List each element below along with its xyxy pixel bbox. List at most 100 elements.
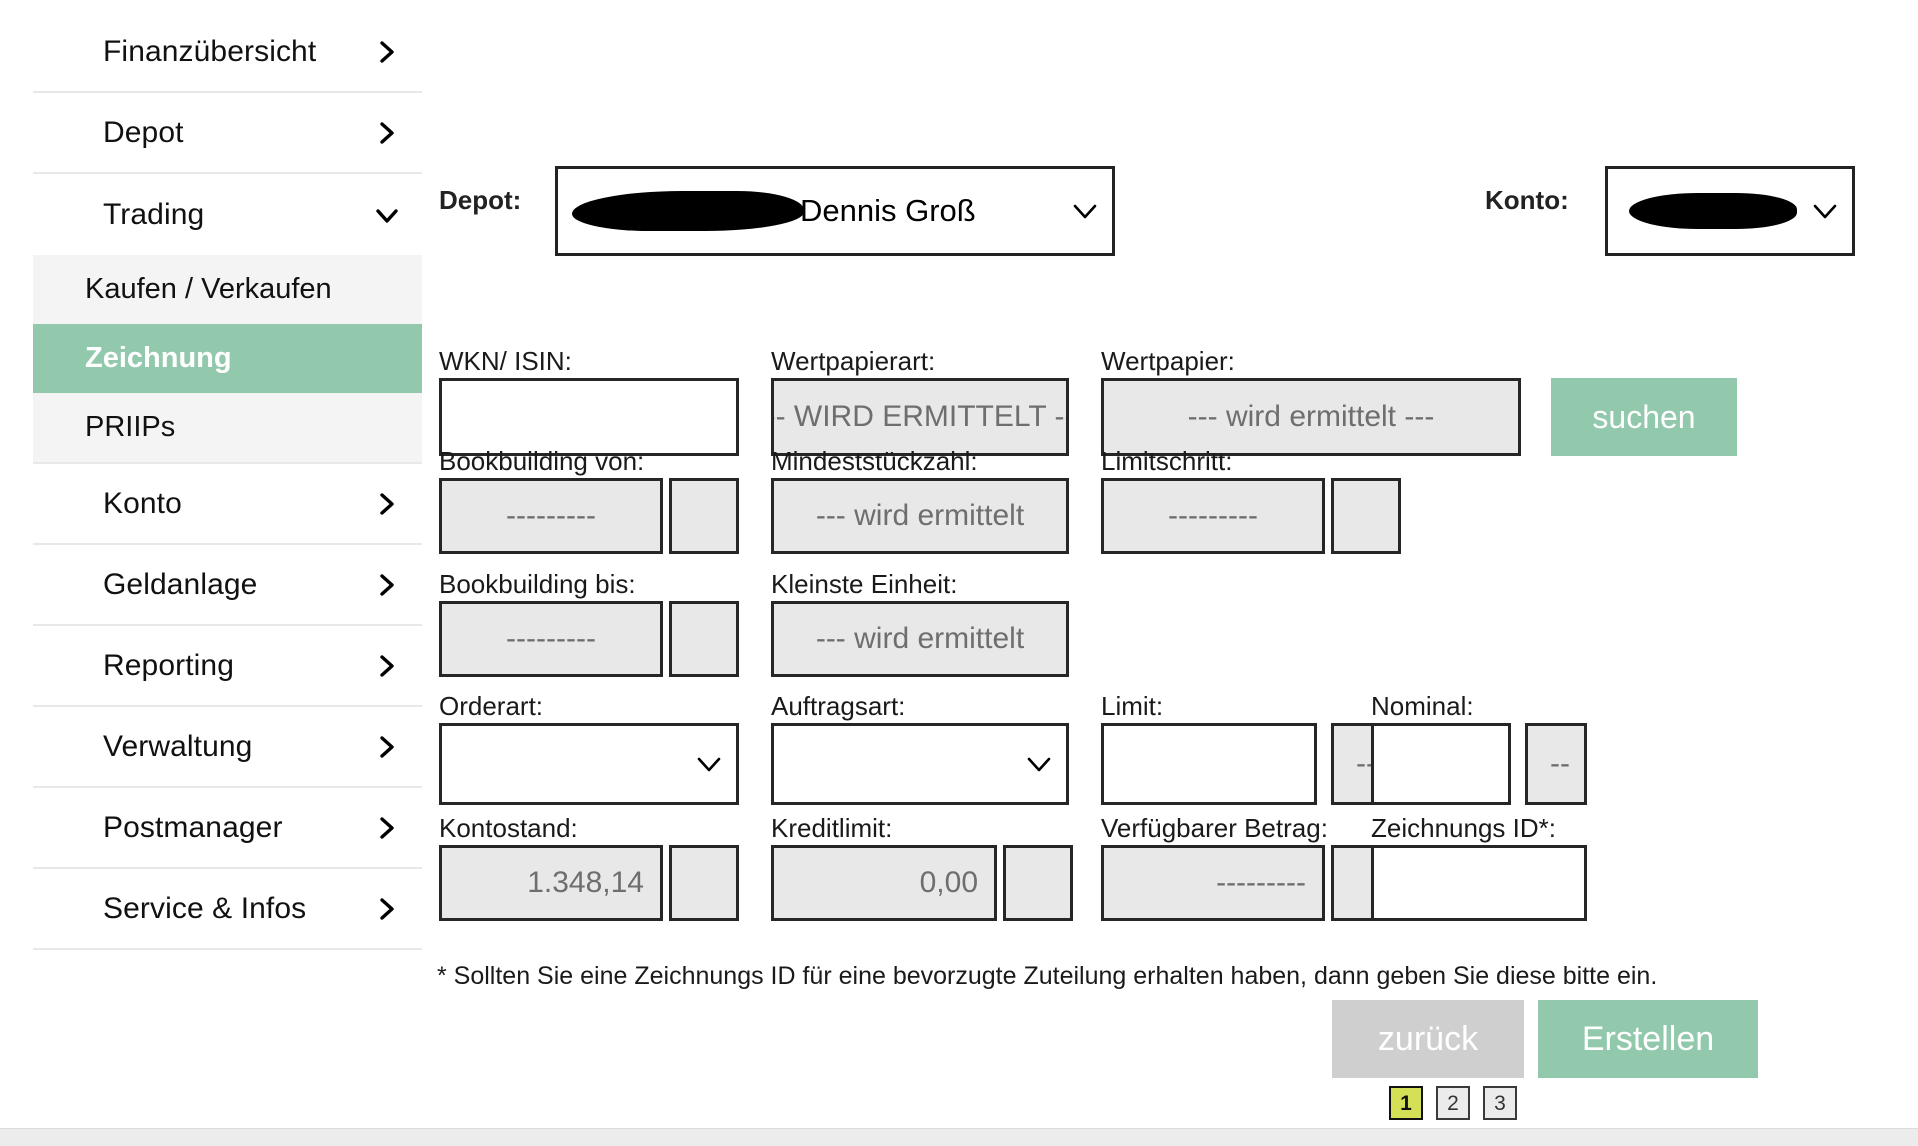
verfuegbarer-betrag-label: Verfügbarer Betrag: (1101, 813, 1328, 843)
wkn-isin-input[interactable] (439, 378, 739, 456)
wertpapier-value: --- wird ermittelt --- (1187, 400, 1435, 433)
bookbuilding-von-value: --------- (506, 499, 596, 532)
wkn-isin-label: WKN/ ISIN: (439, 346, 572, 376)
sidebar-item-label: Reporting (103, 648, 234, 682)
kontostand-label: Kontostand: (439, 813, 578, 843)
kontostand-value: 1.348,14 (527, 866, 644, 899)
wertpapier-label: Wertpapier: (1101, 346, 1235, 376)
orderart-select[interactable] (439, 723, 739, 805)
depot-label: Depot: (439, 185, 522, 215)
chevron-right-icon (376, 573, 398, 596)
pagination-page-1[interactable]: 1 (1389, 1086, 1423, 1120)
konto-select[interactable] (1605, 166, 1855, 256)
limitschritt-field: --------- (1101, 478, 1325, 554)
sidebar-item-label: Trading (103, 197, 205, 231)
bottom-edge-strip (0, 1128, 1918, 1146)
sidebar-subitem-kaufen-verkaufen[interactable]: Kaufen / Verkaufen (33, 255, 422, 324)
bookbuilding-von-label: Bookbuilding von: (439, 446, 645, 476)
konto-select-value (1622, 193, 1804, 229)
verfuegbarer-betrag-value: --------- (1216, 866, 1306, 899)
pagination: 1 2 3 (1389, 1086, 1517, 1120)
sidebar-item-label: Postmanager (103, 810, 283, 844)
limit-input[interactable] (1101, 723, 1317, 805)
sidebar-navigation: Finanzübersicht Depot Trading Kaufen / V… (0, 0, 455, 950)
depot-select[interactable]: Dennis Groß (555, 166, 1115, 256)
wertpapier-field: --- wird ermittelt --- (1101, 378, 1521, 456)
auftragsart-label: Auftragsart: (771, 691, 906, 721)
sidebar-item-trading[interactable]: Trading (33, 174, 422, 255)
bookbuilding-bis-label: Bookbuilding bis: (439, 569, 636, 599)
chevron-down-icon (376, 204, 398, 226)
sidebar-item-depot[interactable]: Depot (33, 93, 422, 174)
chevron-right-icon (376, 735, 398, 758)
nominal-suffix: -- (1525, 723, 1587, 805)
kreditlimit-value: 0,00 (919, 866, 978, 899)
wertpapierart-field: --- WIRD ERMITTELT --- (771, 378, 1069, 456)
mindeststueckzahl-label: Mindeststückzahl: (771, 446, 978, 476)
sidebar-item-postmanager[interactable]: Postmanager (33, 788, 422, 869)
konto-label: Konto: (1485, 185, 1569, 215)
kleinste-einheit-value: --- wird ermittelt (815, 622, 1025, 655)
chevron-right-icon (376, 654, 398, 677)
kleinste-einheit-field: --- wird ermittelt (771, 601, 1069, 677)
sidebar-item-finanzuebersicht[interactable]: Finanzübersicht (33, 12, 422, 93)
sidebar-item-label: Finanzübersicht (103, 34, 317, 68)
orderart-label: Orderart: (439, 691, 544, 721)
nominal-label: Nominal: (1371, 691, 1474, 721)
sidebar-item-reporting[interactable]: Reporting (33, 626, 422, 707)
zeichnungs-id-input[interactable] (1371, 845, 1587, 921)
pagination-page-2[interactable]: 2 (1436, 1086, 1470, 1120)
kreditlimit-label: Kreditlimit: (771, 813, 893, 843)
back-button[interactable]: zurück (1332, 1000, 1524, 1078)
limit-label: Limit: (1101, 691, 1164, 721)
konto-redaction-mark (1629, 193, 1797, 229)
kontostand-field: 1.348,14 (439, 845, 663, 921)
sidebar-item-service-infos[interactable]: Service & Infos (33, 869, 422, 950)
zeichnungs-id-label: Zeichnungs ID*: (1371, 813, 1556, 843)
erstellen-button[interactable]: Erstellen (1538, 1000, 1758, 1078)
bookbuilding-von-field: --------- (439, 478, 663, 554)
sidebar-item-label: Verwaltung (103, 729, 253, 763)
nominal-suffix-text: -- (1550, 747, 1570, 780)
kreditlimit-suffix (1003, 845, 1073, 921)
wertpapierart-label: Wertpapierart: (771, 346, 936, 376)
auftragsart-select[interactable] (771, 723, 1069, 805)
chevron-down-icon (1072, 198, 1098, 224)
kontostand-suffix (669, 845, 739, 921)
sidebar-subitem-priips[interactable]: PRIIPs (33, 393, 422, 462)
sidebar-item-label: Depot (103, 115, 184, 149)
mindeststueckzahl-field: --- wird ermittelt (771, 478, 1069, 554)
chevron-right-icon (376, 40, 398, 63)
chevron-down-icon (696, 751, 722, 777)
depot-redaction-mark (572, 191, 804, 231)
chevron-down-icon (1812, 198, 1838, 224)
limitschritt-label: Limitschritt: (1101, 446, 1233, 476)
chevron-right-icon (376, 816, 398, 839)
chevron-right-icon (376, 492, 398, 515)
depot-value-text: Dennis Groß (800, 193, 976, 228)
limitschritt-suffix (1331, 478, 1401, 554)
nominal-input[interactable] (1371, 723, 1511, 805)
chevron-right-icon (376, 121, 398, 144)
wertpapierart-value: --- WIRD ERMITTELT --- (771, 400, 1069, 433)
sidebar-subitem-label: Zeichnung (85, 342, 232, 374)
sidebar-subitem-zeichnung[interactable]: Zeichnung (33, 324, 422, 393)
account-selector-row: Depot: Dennis Groß Konto: (439, 160, 1918, 260)
depot-select-value: Dennis Groß (572, 191, 1064, 231)
sidebar-item-verwaltung[interactable]: Verwaltung (33, 707, 422, 788)
sidebar-subitem-label: PRIIPs (85, 411, 176, 443)
kreditlimit-field: 0,00 (771, 845, 997, 921)
sidebar-subnav-trading: Kaufen / Verkaufen Zeichnung PRIIPs (33, 255, 422, 464)
pagination-page-3[interactable]: 3 (1483, 1086, 1517, 1120)
sidebar-item-label: Konto (103, 486, 182, 520)
bookbuilding-von-suffix (669, 478, 739, 554)
sidebar-item-konto[interactable]: Konto (33, 464, 422, 545)
bookbuilding-bis-field: --------- (439, 601, 663, 677)
sidebar-subitem-label: Kaufen / Verkaufen (85, 273, 332, 305)
sidebar-item-label: Service & Infos (103, 891, 307, 925)
main-content: Depot: Dennis Groß Konto: WKN/ ISIN: Wer… (437, 0, 1918, 1146)
bookbuilding-bis-value: --------- (506, 622, 596, 655)
suchen-button[interactable]: suchen (1551, 378, 1737, 456)
app-page: Finanzübersicht Depot Trading Kaufen / V… (0, 0, 1918, 1146)
sidebar-item-geldanlage[interactable]: Geldanlage (33, 545, 422, 626)
